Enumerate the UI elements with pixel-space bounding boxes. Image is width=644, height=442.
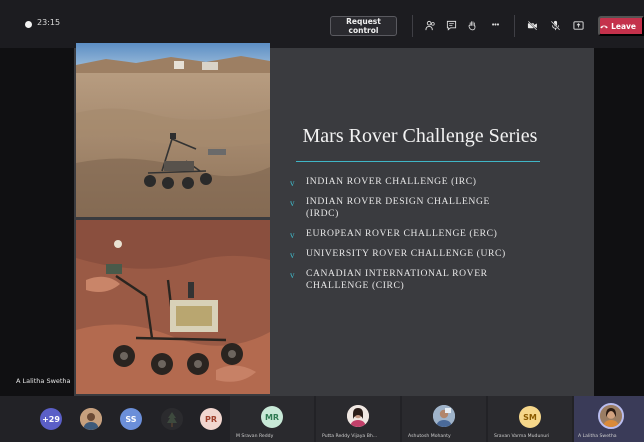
people-icon[interactable] <box>424 19 437 32</box>
teams-meeting-window: 23:15 Request control ••• Leave Mars Rov… <box>0 0 644 442</box>
leave-button[interactable]: Leave <box>598 16 644 36</box>
list-spacer <box>290 220 540 228</box>
participant-name: M Sravan Reddy <box>236 434 274 439</box>
toolbar-divider <box>514 15 515 37</box>
list-item: v INDIAN ROVER DESIGN CHALLENGE <box>290 196 490 208</box>
rover-desert-photo <box>76 43 270 217</box>
participant-name: Ashutosh Mohanty <box>408 434 451 439</box>
toolbar-divider <box>412 15 413 37</box>
meeting-controls-bar: 23:15 Request control ••• Leave <box>0 0 644 48</box>
avatar: SM <box>519 406 541 428</box>
list-item: v EUROPEAN ROVER CHALLENGE (ERC) <box>290 228 498 240</box>
list-spacer <box>290 188 540 196</box>
list-item: v INDIAN ROVER CHALLENGE (IRC) <box>290 176 477 188</box>
presenter-name-label: A Lalitha Swetha <box>16 377 71 385</box>
title-underline <box>296 161 540 162</box>
list-item: v UNIVERSITY ROVER CHALLENGE (URC) <box>290 248 506 260</box>
participant-overflow-tile[interactable]: +29 <box>32 396 70 442</box>
more-icon[interactable]: ••• <box>489 19 502 32</box>
participant-tile[interactable]: Ashutosh Mohanty <box>402 396 486 442</box>
request-control-button[interactable]: Request control <box>330 16 397 36</box>
list-spacer <box>290 240 540 248</box>
participant-name: A Lalitha Swetha <box>578 434 617 439</box>
list-item: v CANADIAN INTERNATIONAL ROVER <box>290 268 488 280</box>
participant-tile[interactable]: PR <box>194 396 228 442</box>
participant-tile[interactable]: MR M Sravan Reddy <box>230 396 314 442</box>
list-spacer <box>290 260 540 268</box>
list-item: (IRDC) <box>306 208 339 219</box>
phone-icon <box>600 24 608 28</box>
participant-name: Sravan Varma Mudunuri <box>494 434 550 439</box>
avatar <box>80 408 102 430</box>
list-item: CHALLENGE (CIRC) <box>306 280 405 291</box>
record-dot-icon <box>25 21 32 28</box>
camera-off-icon[interactable] <box>526 19 539 32</box>
participant-tile[interactable] <box>152 396 192 442</box>
rover-red-terrain-photo <box>76 220 270 394</box>
avatar <box>161 408 183 430</box>
avatar <box>598 403 624 429</box>
participant-tile-self[interactable]: A Lalitha Swetha <box>574 396 644 442</box>
avatar <box>347 405 369 427</box>
slide-title: Mars Rover Challenge Series <box>302 125 538 147</box>
avatar: PR <box>200 408 222 430</box>
participant-name: Putta Reddy Vijaya Bh... <box>322 434 378 439</box>
overflow-count-badge: +29 <box>40 408 62 430</box>
participant-strip: +29 SS PR MR M Sravan Reddy Putta Reddy <box>0 396 644 442</box>
challenge-list: v INDIAN ROVER CHALLENGE (IRC) v INDIAN RO… <box>290 176 540 292</box>
avatar <box>433 405 455 427</box>
participant-tile[interactable]: SM Sravan Varma Mudunuri <box>488 396 572 442</box>
participant-tile[interactable]: SS <box>112 396 150 442</box>
participant-tile[interactable] <box>72 396 110 442</box>
avatar: SS <box>120 408 142 430</box>
chat-icon[interactable] <box>445 19 458 32</box>
raise-hand-icon[interactable] <box>466 19 479 32</box>
meeting-timer: 23:15 <box>37 18 61 27</box>
mic-off-icon[interactable] <box>549 19 562 32</box>
leave-label: Leave <box>611 21 636 31</box>
participant-tile[interactable]: Putta Reddy Vijaya Bh... <box>316 396 400 442</box>
avatar: MR <box>261 406 283 428</box>
share-icon[interactable] <box>572 19 585 32</box>
